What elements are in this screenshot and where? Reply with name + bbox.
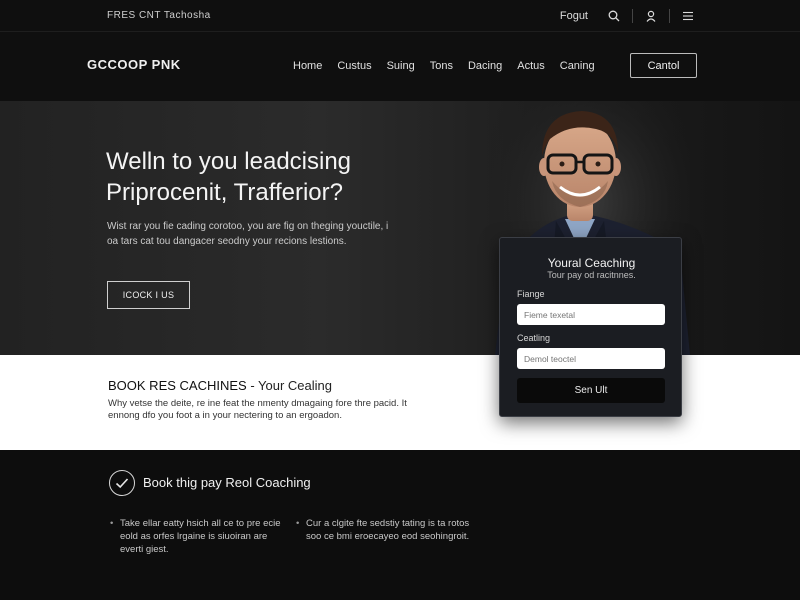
nav-item-home[interactable]: Home (293, 60, 322, 72)
form-title: Youral Ceaching (547, 256, 636, 270)
band-heading: BOOK RES CACHINES - Your Cealing (108, 378, 332, 393)
main-navigation: GCCOOP PNK Home Custus Suing Tons Dacing… (0, 32, 800, 101)
submit-button[interactable]: Sen Ult (517, 378, 665, 403)
nav-item-dacing[interactable]: Dacing (468, 60, 502, 72)
nav-item-caning[interactable]: Caning (560, 60, 595, 72)
user-icon[interactable] (643, 8, 659, 24)
form-label-name: Fiange (517, 289, 545, 299)
divider (669, 9, 670, 23)
hero-cta-button[interactable]: ICOCK I US (107, 281, 190, 309)
band-body-text: Why vetse the deite, re ine feat the nme… (108, 398, 407, 421)
bullet-icon: • (296, 518, 300, 529)
feature-item-1-text: Take ellar eatty hsich all ce to pre eci… (120, 518, 281, 555)
bullet-icon: • (110, 518, 114, 529)
hero-title-line-2: Priprocenit, Trafferior? (106, 179, 343, 206)
top-utility-actions: Fogut (560, 8, 696, 24)
booking-form-card: Youral Ceaching Tour pay od racitnnes. F… (499, 237, 682, 417)
coaching-input[interactable] (517, 348, 665, 369)
top-tagline: FRES CNT Tachosha (107, 10, 211, 21)
top-utility-bar: FRES CNT Tachosha Fogut (0, 0, 800, 32)
features-section: Book thig pay Reol Coaching • Take ellar… (0, 450, 800, 600)
hero-title: Welln to you leadcising Priprocenit, Tra… (106, 146, 351, 208)
feature-item-2-text: Cur a clgite fte sedstiy tating is ta ro… (306, 518, 470, 542)
band-heading-light: - Your Cealing (246, 378, 332, 393)
feature-item-1: • Take ellar eatty hsich all ce to pre e… (110, 517, 290, 556)
feature-item-2: • Cur a clgite fte sedstiy tating is ta … (296, 517, 476, 543)
nav-item-suing[interactable]: Suing (387, 60, 415, 72)
contact-button[interactable]: Cantol (630, 53, 697, 78)
checkmark-icon (109, 470, 135, 496)
nav-item-tons[interactable]: Tons (430, 60, 453, 72)
nav-item-custus[interactable]: Custus (337, 60, 371, 72)
search-icon[interactable] (606, 8, 622, 24)
site-logo[interactable]: GCCOOP PNK (87, 57, 181, 72)
band-heading-bold: BOOK RES CACHINES (108, 378, 247, 393)
form-label-coaching: Ceatling (517, 333, 551, 343)
login-link[interactable]: Fogut (560, 10, 588, 22)
hero-title-line-1: Welln to you leadcising (106, 148, 352, 175)
nav-menu: Home Custus Suing Tons Dacing Actus Cani… (293, 60, 610, 72)
hero-description: Wist rar you fie cading corotoo, you are… (107, 221, 389, 247)
divider (632, 9, 633, 23)
form-subtitle: Tour pay od racitnnes. (547, 270, 636, 280)
nav-item-actus[interactable]: Actus (517, 60, 545, 72)
features-heading: Book thig pay Reol Coaching (143, 475, 311, 490)
name-input[interactable] (517, 304, 665, 325)
menu-icon[interactable] (680, 8, 696, 24)
